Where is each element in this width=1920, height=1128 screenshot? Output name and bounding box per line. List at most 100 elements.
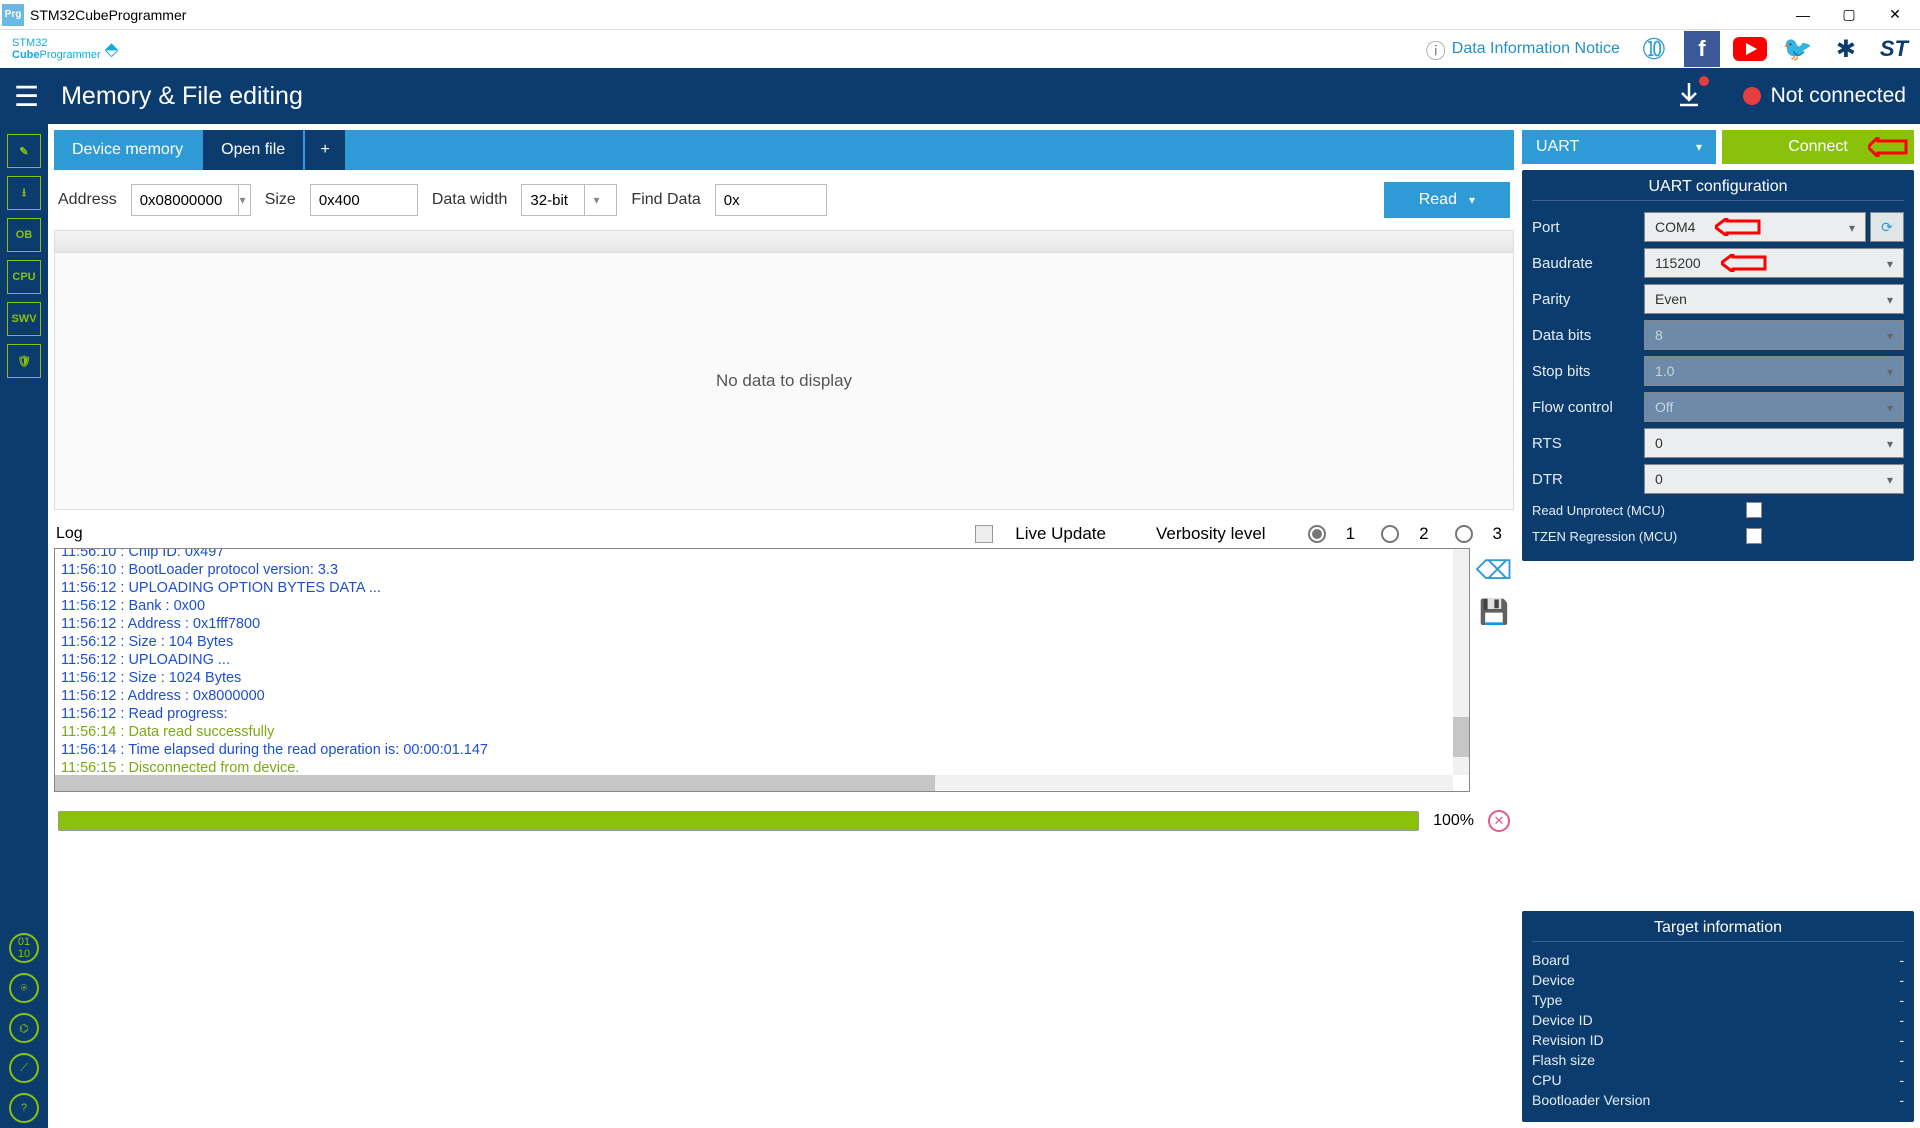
scrollbar-horizontal[interactable] bbox=[55, 775, 1453, 791]
verbosity-label: Verbosity level bbox=[1156, 524, 1266, 544]
connect-button[interactable]: Connect bbox=[1722, 130, 1914, 164]
progress-bar bbox=[58, 811, 1419, 831]
cancel-icon[interactable]: ✕ bbox=[1488, 810, 1510, 832]
log-line: 11:56:12 : UPLOADING ... bbox=[61, 651, 1453, 669]
rail-edit-icon[interactable]: ✎ bbox=[7, 134, 41, 168]
rail-download-icon[interactable]: ⭳ bbox=[7, 176, 41, 210]
target-key: Device ID bbox=[1532, 1010, 1593, 1030]
parity-label: Parity bbox=[1532, 291, 1644, 308]
rail-binary-icon[interactable]: 0110 bbox=[9, 933, 39, 963]
read-button[interactable]: Read bbox=[1384, 182, 1510, 218]
rail-cpu-button[interactable]: CPU bbox=[7, 260, 41, 294]
uart-config-panel: UART configuration Port COM4 ⟳ Baudrate … bbox=[1522, 170, 1914, 561]
port-label: Port bbox=[1532, 219, 1644, 236]
baud-select[interactable]: 115200 bbox=[1644, 248, 1904, 278]
target-value: - bbox=[1899, 970, 1904, 990]
log-output[interactable]: 11:56:10 : Chip ID: 0x49711:56:10 : Boot… bbox=[54, 548, 1470, 792]
rail-shield-icon[interactable]: 🛡 bbox=[7, 344, 41, 378]
youtube-icon[interactable] bbox=[1732, 31, 1768, 67]
chevron-down-icon bbox=[1469, 191, 1475, 209]
stopbits-label: Stop bits bbox=[1532, 363, 1644, 380]
chevron-down-icon bbox=[1887, 291, 1893, 307]
rts-select[interactable]: 0 bbox=[1644, 428, 1904, 458]
facebook-icon[interactable]: f bbox=[1684, 31, 1720, 67]
databits-select: 8 bbox=[1644, 320, 1904, 350]
file-tabs: Device memory Open file + bbox=[54, 130, 1514, 170]
read-unprotect-row: Read Unprotect (MCU) bbox=[1532, 497, 1904, 523]
info-icon: ⓘ bbox=[1426, 35, 1446, 64]
address-input[interactable]: 0x08000000 bbox=[131, 184, 251, 216]
annotation-arrow bbox=[1868, 137, 1908, 157]
chevron-down-icon bbox=[1887, 399, 1893, 415]
minimize-button[interactable]: — bbox=[1780, 1, 1826, 29]
datawidth-select[interactable]: 32-bit bbox=[521, 184, 617, 216]
memory-data-panel: No data to display bbox=[54, 230, 1514, 510]
chevron-down-icon bbox=[1887, 255, 1893, 271]
twitter-icon[interactable]: 🐦 bbox=[1780, 31, 1816, 67]
refresh-ports-icon[interactable]: ⟳ bbox=[1870, 212, 1904, 242]
log-line: 11:56:12 : Size : 104 Bytes bbox=[61, 633, 1453, 651]
log-header: Log Live Update Verbosity level 1 2 3 bbox=[54, 520, 1514, 548]
uart-config-title: UART configuration bbox=[1532, 178, 1904, 201]
network-icon[interactable]: ✱ bbox=[1828, 31, 1864, 67]
log-line: 11:56:14 : Data read successfully bbox=[61, 723, 1453, 741]
clear-log-icon[interactable]: ⌫ bbox=[1478, 554, 1510, 586]
chevron-down-icon bbox=[1849, 219, 1855, 235]
baud-value: 115200 bbox=[1655, 255, 1701, 271]
size-input[interactable] bbox=[310, 184, 418, 216]
tzen-checkbox[interactable] bbox=[1746, 528, 1762, 544]
download-icon[interactable] bbox=[1675, 82, 1703, 110]
connection-mode-select[interactable]: UART bbox=[1522, 130, 1716, 164]
target-value: - bbox=[1899, 1050, 1904, 1070]
anniversary-icon: ➉ bbox=[1636, 31, 1672, 67]
progress-percent: 100% bbox=[1433, 812, 1474, 830]
rts-value: 0 bbox=[1655, 435, 1663, 451]
log-line: 11:56:12 : Read progress: bbox=[61, 705, 1453, 723]
target-row: Bootloader Version- bbox=[1532, 1090, 1904, 1110]
verbosity-3-radio[interactable] bbox=[1455, 525, 1473, 543]
save-log-icon[interactable]: 💾 bbox=[1478, 596, 1510, 628]
log-line: 11:56:14 : Time elapsed during the read … bbox=[61, 741, 1453, 759]
verbosity-2-radio[interactable] bbox=[1381, 525, 1399, 543]
dtr-value: 0 bbox=[1655, 471, 1663, 487]
rail-ob-button[interactable]: OB bbox=[7, 218, 41, 252]
annotation-arrow bbox=[1715, 218, 1761, 236]
verbosity-1-radio[interactable] bbox=[1308, 525, 1326, 543]
chevron-down-icon bbox=[1887, 435, 1893, 451]
right-panel: UART Connect UART configuration Port COM… bbox=[1520, 124, 1920, 1128]
find-input[interactable] bbox=[715, 184, 827, 216]
rail-android-icon[interactable]: ⍟ bbox=[9, 973, 39, 1003]
rail-swv-button[interactable]: SWV bbox=[7, 302, 41, 336]
parity-select[interactable]: Even bbox=[1644, 284, 1904, 314]
scrollbar-vertical[interactable] bbox=[1453, 549, 1469, 775]
tab-device-memory[interactable]: Device memory bbox=[54, 130, 201, 170]
read-button-label: Read bbox=[1419, 191, 1457, 209]
flow-value: Off bbox=[1655, 399, 1673, 415]
tab-add[interactable]: + bbox=[305, 130, 345, 170]
log-line: 11:56:10 : BootLoader protocol version: … bbox=[61, 561, 1453, 579]
data-notice-link[interactable]: ⓘ Data Information Notice bbox=[1426, 35, 1620, 64]
rail-wipe-icon[interactable]: ⟋ bbox=[9, 1053, 39, 1083]
chevron-down-icon bbox=[238, 185, 245, 215]
data-toolbar[interactable] bbox=[55, 231, 1513, 253]
live-update-checkbox[interactable] bbox=[975, 525, 993, 543]
menu-icon[interactable]: ☰ bbox=[14, 80, 39, 113]
target-value: - bbox=[1899, 1090, 1904, 1110]
target-row: Device ID- bbox=[1532, 1010, 1904, 1030]
read-unprotect-label: Read Unprotect (MCU) bbox=[1532, 503, 1692, 518]
close-button[interactable]: ✕ bbox=[1872, 1, 1918, 29]
target-key: Board bbox=[1532, 950, 1569, 970]
stopbits-select: 1.0 bbox=[1644, 356, 1904, 386]
no-data-message: No data to display bbox=[55, 253, 1513, 509]
rail-chip-icon[interactable]: ⌬ bbox=[9, 1013, 39, 1043]
stopbits-value: 1.0 bbox=[1655, 363, 1674, 379]
log-line: 11:56:12 : UPLOADING OPTION BYTES DATA .… bbox=[61, 579, 1453, 597]
dtr-select[interactable]: 0 bbox=[1644, 464, 1904, 494]
rail-help-icon[interactable]: ? bbox=[9, 1093, 39, 1123]
port-value: COM4 bbox=[1655, 219, 1695, 235]
port-select[interactable]: COM4 bbox=[1644, 212, 1866, 242]
tab-open-file[interactable]: Open file bbox=[203, 130, 303, 170]
address-label: Address bbox=[58, 191, 117, 209]
maximize-button[interactable]: ▢ bbox=[1826, 1, 1872, 29]
read-unprotect-checkbox[interactable] bbox=[1746, 502, 1762, 518]
